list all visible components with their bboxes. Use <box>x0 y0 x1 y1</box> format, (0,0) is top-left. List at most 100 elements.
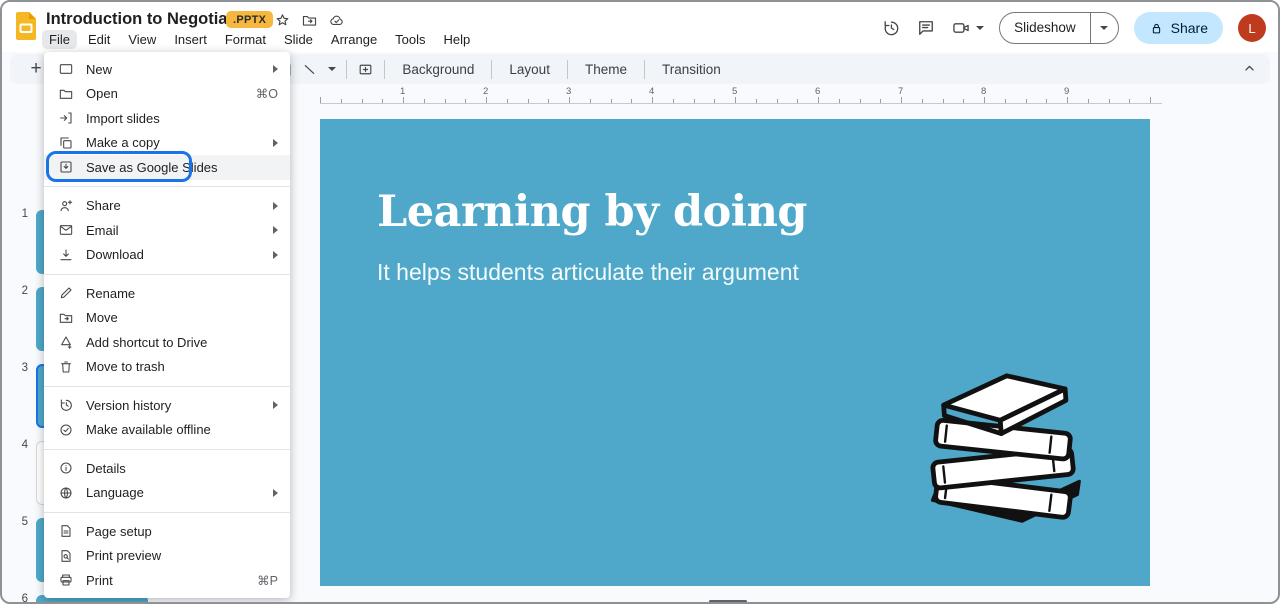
toolbar-separator <box>346 60 347 79</box>
submenu-arrow-icon <box>273 489 278 497</box>
ruler-tick <box>984 97 985 103</box>
menu-help[interactable]: Help <box>437 30 478 49</box>
rename-pencil-icon <box>58 285 74 301</box>
ruler-tick <box>714 99 715 103</box>
image-placeholder-icon[interactable] <box>357 61 374 78</box>
menu-slide[interactable]: Slide <box>277 30 320 49</box>
line-tool-caret-icon[interactable] <box>328 67 336 71</box>
menu-item-print[interactable]: Print ⌘P <box>44 568 290 593</box>
star-icon[interactable] <box>274 12 291 29</box>
meet-camera-button[interactable] <box>951 18 984 38</box>
ruler-tick <box>341 99 342 103</box>
menu-item-details[interactable]: Details <box>44 456 290 481</box>
ruler-tick <box>777 99 778 103</box>
ruler: 123456789 <box>320 88 1162 104</box>
background-button[interactable]: Background <box>395 62 481 77</box>
version-history-icon[interactable] <box>881 18 901 38</box>
ruler-tick <box>1046 99 1047 103</box>
menu-format[interactable]: Format <box>218 30 273 49</box>
menu-item-label: Rename <box>86 286 278 301</box>
menu-item-print-preview[interactable]: Print preview <box>44 544 290 569</box>
line-tool-icon[interactable] <box>301 61 318 78</box>
ruler-tick <box>1129 99 1130 103</box>
menu-arrange[interactable]: Arrange <box>324 30 384 49</box>
theme-button[interactable]: Theme <box>578 62 634 77</box>
menu-item-label: Make a copy <box>86 135 261 150</box>
ruler-number: 8 <box>981 86 986 97</box>
slideshow-caret-icon <box>1100 26 1108 30</box>
move-folder-icon[interactable] <box>301 12 318 29</box>
menu-item-new[interactable]: New <box>44 57 290 82</box>
menu-item-download[interactable]: Download <box>44 243 290 268</box>
submenu-arrow-icon <box>273 251 278 259</box>
collapse-toolbar-button[interactable] <box>1241 60 1258 82</box>
menu-item-make-a-copy[interactable]: Make a copy <box>44 131 290 156</box>
drive-shortcut-icon <box>58 334 74 350</box>
menu-shortcut: ⌘O <box>256 86 278 101</box>
slides-logo-icon[interactable] <box>14 11 38 42</box>
file-menu-dropdown: New Open ⌘O Import slides Make a copy Sa… <box>44 52 290 598</box>
menu-view[interactable]: View <box>121 30 163 49</box>
submenu-arrow-icon <box>273 139 278 147</box>
ruler-tick <box>424 99 425 103</box>
slide-canvas[interactable]: Learning by doing It helps students arti… <box>320 119 1150 586</box>
menu-insert[interactable]: Insert <box>167 30 214 49</box>
menu-item-move-to-trash[interactable]: Move to trash <box>44 355 290 380</box>
menu-item-language[interactable]: Language <box>44 481 290 506</box>
print-preview-icon <box>58 548 74 564</box>
menu-item-rename[interactable]: Rename <box>44 281 290 306</box>
slideshow-options-button[interactable] <box>1090 13 1118 43</box>
slideshow-button[interactable]: Slideshow <box>1000 13 1090 43</box>
ruler-tick <box>507 99 508 103</box>
books-stack-image[interactable] <box>907 357 1099 529</box>
cloud-saved-icon[interactable] <box>328 12 345 29</box>
ruler-tick <box>880 99 881 103</box>
menu-item-save-as-google-slides[interactable]: Save as Google Slides <box>44 155 290 180</box>
ruler-tick <box>1109 99 1110 103</box>
slide-number: 4 <box>2 439 28 451</box>
comments-icon[interactable] <box>916 18 936 38</box>
transition-button[interactable]: Transition <box>655 62 728 77</box>
share-button-label: Share <box>1171 20 1208 36</box>
menu-item-label: Language <box>86 485 261 500</box>
globe-icon <box>58 485 74 501</box>
menu-item-label: Open <box>86 86 244 101</box>
menu-item-email[interactable]: Email <box>44 218 290 243</box>
menu-item-move[interactable]: Move <box>44 306 290 331</box>
menu-item-make-available-offline[interactable]: Make available offline <box>44 418 290 443</box>
menu-item-page-setup[interactable]: Page setup <box>44 519 290 544</box>
menu-tools[interactable]: Tools <box>388 30 432 49</box>
menu-edit[interactable]: Edit <box>81 30 117 49</box>
menu-item-import-slides[interactable]: Import slides <box>44 106 290 131</box>
ruler-number: 1 <box>400 86 405 97</box>
import-slides-icon <box>58 110 74 126</box>
menu-divider <box>44 274 290 275</box>
account-avatar[interactable]: L <box>1238 14 1266 42</box>
menu-item-share[interactable]: Share <box>44 194 290 219</box>
speaker-notes-resize-handle[interactable] <box>709 600 747 603</box>
layout-button[interactable]: Layout <box>502 62 557 77</box>
slide-number: 3 <box>2 362 28 374</box>
menu-item-label: Details <box>86 461 278 476</box>
slide-subtitle-text[interactable]: It helps students articulate their argum… <box>377 259 799 286</box>
menu-item-add-shortcut-to-drive[interactable]: Add shortcut to Drive <box>44 330 290 355</box>
ruler-tick <box>1088 99 1089 103</box>
video-camera-icon <box>951 18 971 38</box>
menu-file[interactable]: File <box>42 30 77 49</box>
ruler-tick <box>694 99 695 103</box>
menu-divider <box>44 449 290 450</box>
toolbar-separator <box>567 60 568 79</box>
slide-title-text[interactable]: Learning by doing <box>377 187 807 237</box>
menu-item-version-history[interactable]: Version history <box>44 393 290 418</box>
menu-divider <box>44 186 290 187</box>
menu-item-label: Print <box>86 573 245 588</box>
menu-item-label: Page setup <box>86 524 278 539</box>
slideshow-split-button: Slideshow <box>999 12 1119 44</box>
ruler-tick <box>1026 99 1027 103</box>
share-button[interactable]: Share <box>1134 12 1223 44</box>
menu-item-open[interactable]: Open ⌘O <box>44 82 290 107</box>
email-icon <box>58 222 74 238</box>
ruler-tick <box>735 97 736 103</box>
print-icon <box>58 572 74 588</box>
ruler-tick <box>465 99 466 103</box>
